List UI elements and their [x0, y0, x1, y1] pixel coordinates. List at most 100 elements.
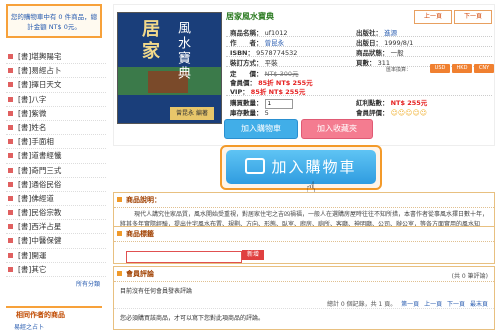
next-label: 下一頁	[463, 13, 482, 20]
tag-input[interactable]	[126, 251, 242, 263]
category-item[interactable]: [書]其它	[6, 263, 106, 277]
currency-label: 匯率換算：	[386, 67, 412, 73]
reviews-section: 會員評論 (共 0 筆評論) 目前沒有任何會員發表評論 總計 0 個記錄，共 1…	[113, 266, 495, 330]
all-categories-link[interactable]: 所有分類	[6, 279, 106, 288]
category-label: [書]佛經道	[18, 193, 54, 203]
quantity-input[interactable]	[264, 99, 293, 109]
category-label: [書]道書經懺	[18, 151, 62, 161]
category-label: [書]中醫保健	[18, 236, 62, 246]
cover-author: 曾昆永 編著	[170, 107, 214, 120]
bullet-icon	[8, 195, 13, 201]
category-label: [書]其它	[18, 264, 47, 274]
review-note: 您必須購買該商品，才可以寫下您對此項商品的評論。	[114, 308, 494, 326]
pager-first[interactable]: 第一頁	[401, 301, 419, 308]
category-item[interactable]: [書]奇門三式	[6, 164, 106, 178]
category-item[interactable]: [書]擇日天文	[6, 78, 106, 93]
category-item[interactable]: [書]道書經懺	[6, 149, 106, 164]
reviews-heading-label: 會員評論	[126, 270, 154, 278]
category-label: [書]通俗民俗	[18, 179, 62, 189]
field-key: 購買數量：	[230, 99, 263, 107]
category-item[interactable]: [書]中醫保健	[6, 234, 106, 249]
cart-summary[interactable]: 您的購物車中有 0 件商品，總計金額 NT$ 0元。	[6, 4, 102, 38]
bullet-icon	[8, 252, 13, 258]
bullet-icon	[8, 68, 13, 74]
bullet-icon	[8, 238, 13, 244]
category-item[interactable]: [書]易經占卜	[6, 64, 106, 79]
related-products-heading: 相同作者的商品	[6, 306, 102, 320]
category-label: [書]姓名	[18, 122, 47, 132]
category-item[interactable]: [書]姓名	[6, 121, 106, 136]
next-page-button[interactable]: 下一頁	[454, 10, 492, 24]
field-key: 紅利點數：	[356, 99, 389, 107]
stock-value: 5	[264, 109, 269, 117]
book-cover-image: 居家 風水寶典 曾昆永 編著	[117, 12, 222, 124]
category-label: [書]紫微	[18, 108, 47, 118]
bullet-icon	[8, 82, 13, 88]
field-key: 會員評價：	[356, 109, 389, 117]
category-list: [書]堪輿陽宅 [書]易經占卜 [書]擇日天文 [書]八字 [書]紫微 [書]姓…	[6, 50, 106, 288]
bullet-icon	[8, 210, 13, 216]
points-value: NT$ 255元	[390, 99, 428, 107]
add-to-favorites-button[interactable]: 加入收藏夾	[301, 119, 373, 139]
bullet-icon	[8, 54, 13, 59]
product-title: 居家風水寶典	[226, 12, 274, 21]
pager-total: 總計 0 個記錄，共 1 頁。	[326, 301, 397, 308]
pager-prev[interactable]: 上一頁	[424, 301, 442, 308]
cart-icon	[245, 157, 266, 174]
category-item[interactable]: [書]民俗宗教	[6, 206, 106, 221]
bullet-icon	[8, 181, 13, 187]
category-label: [書]西洋占星	[18, 222, 62, 232]
description-heading: 商品說明：	[114, 193, 494, 208]
category-label: [書]擇日天文	[18, 80, 62, 90]
bullet-icon	[8, 110, 13, 116]
category-label: [書]易經占卜	[18, 66, 62, 76]
category-item[interactable]: [書]西洋占星	[6, 220, 106, 235]
category-label: [書]八字	[18, 94, 47, 104]
bullet-icon	[8, 167, 13, 173]
tags-heading: 商品標籤	[114, 227, 494, 242]
currency-cny-button[interactable]: CNY	[474, 64, 494, 73]
add-to-cart-button-zoomed[interactable]: 加入購物車	[226, 150, 376, 184]
reviews-heading: 會員評論 (共 0 筆評論)	[114, 267, 494, 282]
currency-usd-button[interactable]: USD	[430, 64, 450, 73]
bullet-icon	[8, 224, 13, 230]
category-label: [書]奇門三式	[18, 165, 62, 175]
cover-title: 居家	[139, 19, 160, 63]
reviews-empty-text: 目前沒有任何會員發表評論	[120, 288, 193, 295]
info-stock: 庫存數量： 5	[230, 107, 269, 117]
currency-hkd-button[interactable]: HKD	[452, 64, 472, 73]
category-label: [書]手面相	[18, 137, 54, 147]
cover-subtitle: 風水寶典	[175, 21, 190, 81]
category-item[interactable]: [書]開運	[6, 249, 106, 263]
info-points: 紅利點數： NT$ 255元	[356, 97, 427, 107]
bullet-icon	[8, 124, 13, 130]
add-to-cart-label: 加入購物車	[241, 124, 281, 133]
add-to-favorites-label: 加入收藏夾	[317, 124, 357, 133]
field-key: 庫存數量：	[230, 109, 263, 117]
bullet-icon	[8, 153, 13, 159]
category-item[interactable]: [書]佛經道	[6, 192, 106, 207]
category-item[interactable]: [書]紫微	[6, 107, 106, 121]
category-item[interactable]: [書]八字	[6, 93, 106, 107]
pager-next[interactable]: 下一頁	[447, 301, 465, 308]
category-label: [書]開運	[18, 250, 47, 260]
pager-last[interactable]: 最末頁	[470, 301, 488, 308]
category-item[interactable]: [書]手面相	[6, 135, 106, 150]
reviews-pager: 總計 0 個記錄，共 1 頁。 第一頁 上一頁 下一頁 最末頁	[114, 299, 494, 308]
prev-label: 上一頁	[423, 13, 442, 20]
category-item[interactable]: [書]堪輿陽宅	[6, 50, 106, 65]
category-label: [書]民俗宗教	[18, 208, 62, 218]
tags-section: 商品標籤 新增	[113, 226, 495, 264]
prev-page-button[interactable]: 上一頁	[414, 10, 452, 24]
rating-stars-icon: ☺☺☺☺☺	[390, 109, 428, 117]
bullet-icon	[8, 266, 13, 272]
category-item[interactable]: [書]通俗民俗	[6, 178, 106, 192]
bullet-icon	[8, 139, 13, 145]
add-tag-button[interactable]: 新增	[242, 250, 264, 260]
add-to-cart-button[interactable]: 加入購物車	[224, 119, 298, 139]
review-count: (共 0 筆評論)	[451, 273, 488, 280]
related-product-link[interactable]: 易經之占卜	[14, 322, 44, 331]
add-to-cart-zoomed-label: 加入購物車	[271, 158, 357, 176]
category-label: [書]堪輿陽宅	[18, 52, 62, 61]
cart-summary-text: 您的購物車中有 0 件商品，總計金額 NT$ 0元。	[10, 13, 98, 31]
